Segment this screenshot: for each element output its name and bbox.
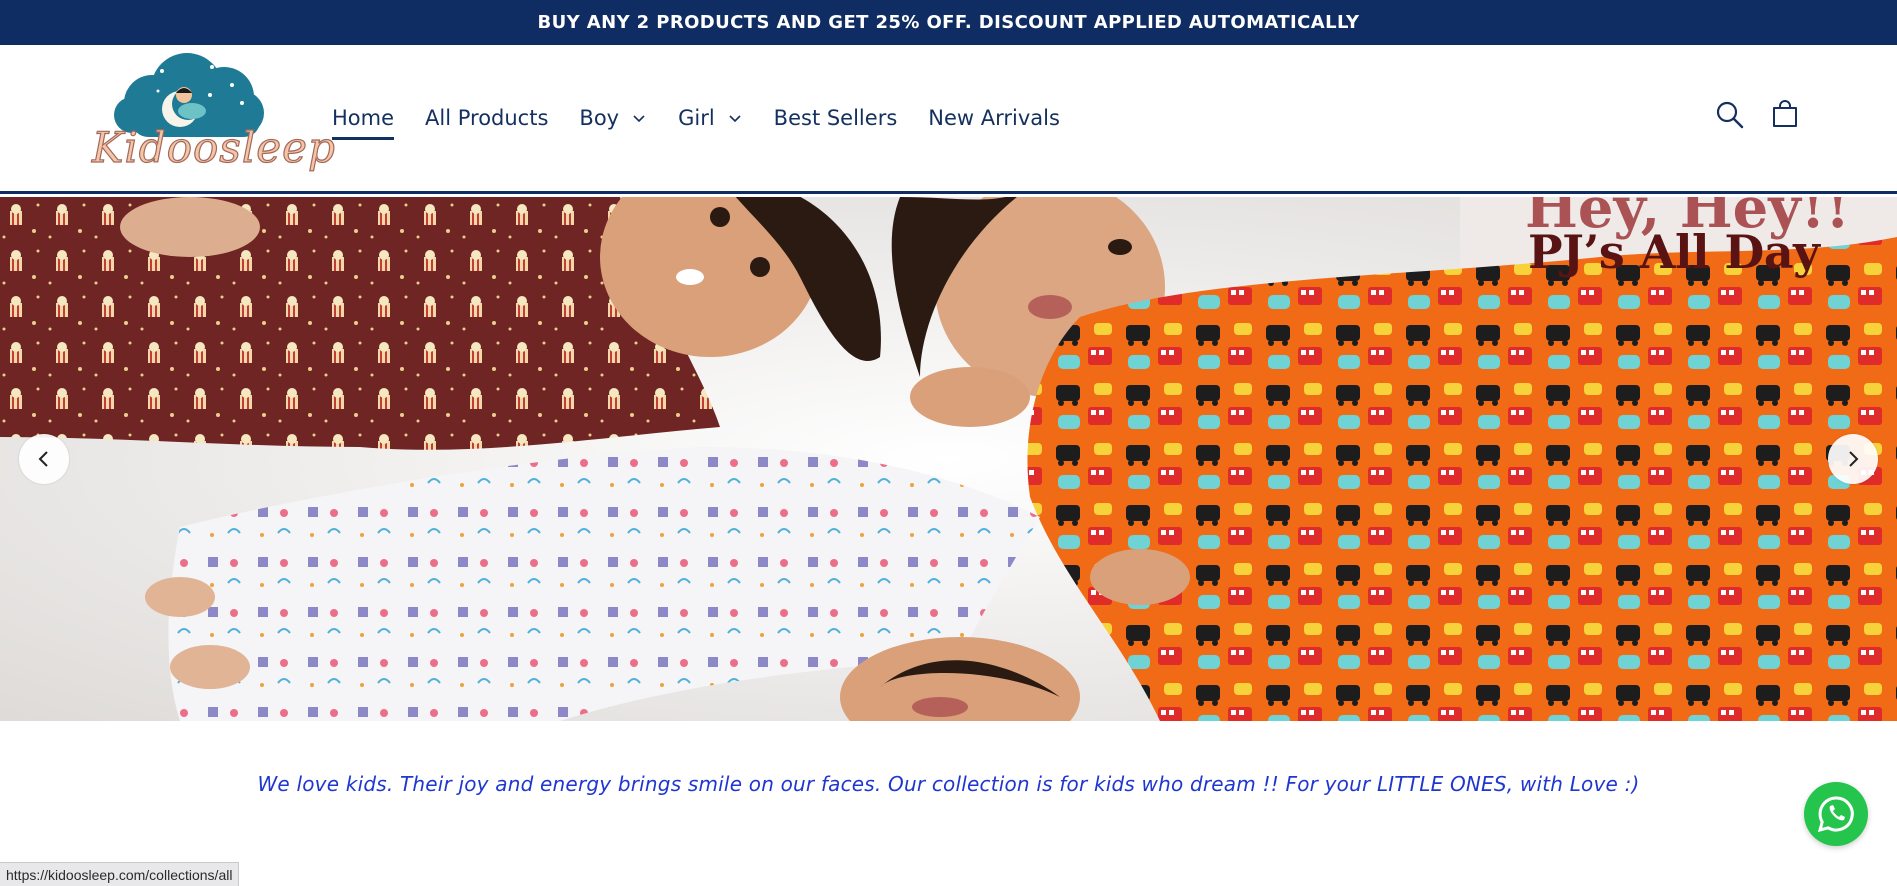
- nav-item-label: Girl: [678, 106, 715, 130]
- chevron-down-icon: [729, 115, 741, 123]
- nav-item-label: Home: [332, 106, 395, 130]
- slider-prev-button[interactable]: [19, 434, 69, 484]
- chevron-down-icon: [633, 115, 645, 123]
- search-button[interactable]: [1714, 99, 1746, 131]
- cart-button[interactable]: [1769, 99, 1801, 131]
- site-header: Kidoosleep Home All Products Boy Girl Be…: [0, 45, 1897, 194]
- brand-logo[interactable]: Kidoosleep: [91, 51, 336, 191]
- cart-icon: [1773, 100, 1797, 127]
- nav-item-label: Best Sellers: [773, 106, 898, 130]
- chevron-left-icon: [38, 451, 48, 467]
- nav-item-label: All Products: [425, 106, 549, 130]
- logo-wordmark: Kidoosleep: [91, 122, 336, 172]
- hero-banner: Hey, Hey!! PJ’s All Day: [0, 197, 1897, 721]
- nav-item-best-sellers[interactable]: Best Sellers: [774, 98, 898, 138]
- nav-item-new-arrivals[interactable]: New Arrivals: [928, 98, 1060, 138]
- nav-item-label: Boy: [579, 106, 620, 130]
- status-bar-url: https://kidoosleep.com/collections/all: [0, 862, 240, 886]
- nav-item-girl[interactable]: Girl: [678, 98, 743, 138]
- slider-next-button[interactable]: [1828, 434, 1878, 484]
- whatsapp-chat-button[interactable]: [1804, 782, 1868, 846]
- main-navigation: Home All Products Boy Girl Best Sellers …: [332, 45, 1091, 191]
- whatsapp-icon: [1817, 796, 1854, 833]
- nav-item-home[interactable]: Home: [332, 98, 395, 140]
- brand-tagline: We love kids. Their joy and energy bring…: [257, 772, 1640, 796]
- announcement-bar: BUY ANY 2 PRODUCTS AND GET 25% OFF. DISC…: [0, 0, 1897, 45]
- announcement-text: BUY ANY 2 PRODUCTS AND GET 25% OFF. DISC…: [537, 12, 1360, 33]
- nav-item-all-products[interactable]: All Products: [425, 98, 548, 138]
- chevron-right-icon: [1849, 451, 1859, 467]
- nav-item-boy[interactable]: Boy: [579, 98, 647, 138]
- nav-item-label: New Arrivals: [928, 106, 1060, 130]
- search-icon: [1716, 101, 1744, 129]
- hero-heading: PJ’s All Day: [1528, 225, 1820, 279]
